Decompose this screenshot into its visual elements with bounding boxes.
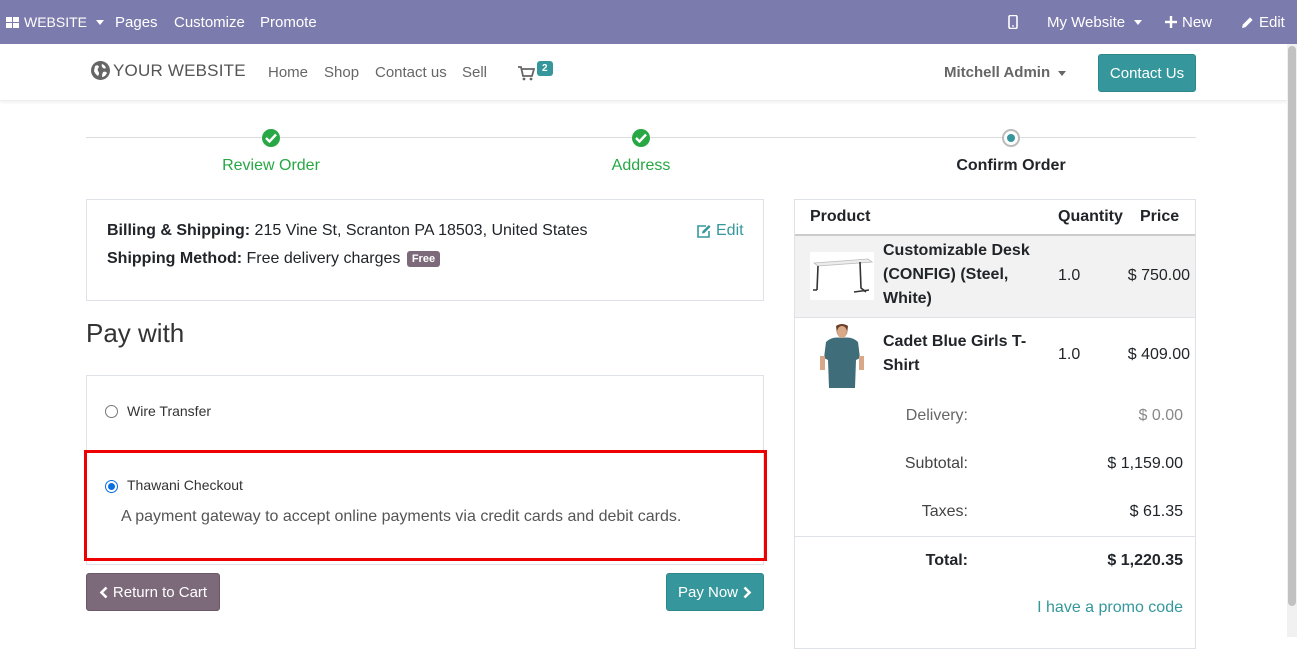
product-qty-tshirt: 1.0: [1058, 346, 1081, 363]
chevron-down-icon: [1134, 19, 1143, 25]
subtotal-value: $ 1,159.00: [1107, 455, 1183, 472]
website-navbar: YOUR WEBSITE Home Shop Contact us Sell M…: [0, 44, 1287, 101]
mobile-preview-button[interactable]: [1008, 0, 1018, 44]
tshirt-image: [816, 322, 868, 388]
free-badge: Free: [406, 250, 441, 267]
billing-address: 215 Vine St, Scranton PA 18503, United S…: [254, 222, 588, 239]
shipping-method-line: Shipping Method: Free delivery charges F…: [107, 250, 441, 268]
step-review-done-icon: [262, 129, 280, 147]
subtotal-label: Subtotal:: [904, 455, 968, 472]
nav-link-sell[interactable]: Sell: [462, 64, 487, 81]
scrollbar-thumb[interactable]: [1288, 46, 1296, 606]
mobile-icon: [1008, 15, 1018, 29]
pages-label: Pages: [115, 13, 158, 31]
pay-now-button[interactable]: Pay Now: [666, 573, 764, 611]
cart-count-badge: 2: [537, 61, 553, 76]
wire-transfer-label[interactable]: Wire Transfer: [127, 403, 211, 419]
billing-address-line: Billing & Shipping: 215 Vine St, Scranto…: [107, 222, 588, 240]
pay-with-heading: Pay with: [86, 318, 185, 348]
pencil-icon: [1242, 16, 1253, 28]
edit-address-link[interactable]: Edit: [696, 222, 744, 240]
step-address-done-icon: [632, 129, 650, 147]
tshirt-thumbnail[interactable]: [816, 322, 868, 388]
pay-now-label: Pay Now: [677, 583, 739, 601]
site-logo[interactable]: YOUR WEBSITE: [90, 60, 246, 81]
product-name-tshirt[interactable]: Cadet Blue Girls T-Shirt: [883, 330, 1043, 378]
plus-icon: [1165, 16, 1177, 28]
website-menu[interactable]: WEBSITE: [6, 0, 105, 44]
delivery-value: $ 0.00: [1138, 407, 1183, 424]
globe-icon: [91, 61, 110, 80]
step-review-order[interactable]: Review Order: [171, 157, 371, 175]
row-divider: [795, 317, 1195, 318]
nav-link-contact[interactable]: Contact us: [375, 64, 447, 81]
product-name-desk[interactable]: Customizable Desk (CONFIG) (Steel, White…: [883, 239, 1043, 311]
page-scrollbar[interactable]: [1287, 44, 1297, 637]
step-address[interactable]: Address: [541, 157, 741, 175]
return-to-cart-label: Return to Cart: [112, 583, 208, 601]
edit-button[interactable]: Edit: [1241, 0, 1285, 44]
desk-thumbnail[interactable]: [810, 252, 874, 300]
promote-menu[interactable]: Promote: [260, 0, 317, 44]
shipping-method-label: Shipping Method:: [107, 250, 243, 267]
admin-topbar: WEBSITE Pages Customize Promote My Websi…: [0, 0, 1297, 44]
chevron-left-icon: [99, 586, 108, 598]
edit-icon: [697, 224, 711, 238]
total-value: $ 1,220.35: [1107, 552, 1183, 569]
total-divider: [795, 536, 1195, 537]
step-confirm-current-icon: [1002, 129, 1020, 147]
highlight-box: [84, 450, 767, 561]
pages-menu[interactable]: Pages: [115, 0, 158, 44]
nav-link-shop[interactable]: Shop: [324, 64, 359, 81]
edit-label: Edit: [716, 222, 744, 239]
new-button[interactable]: New: [1165, 0, 1212, 44]
customize-menu[interactable]: Customize: [174, 0, 245, 44]
desk-image: [812, 258, 874, 293]
logo-text: YOUR WEBSITE: [113, 60, 246, 80]
total-label: Total:: [925, 552, 968, 569]
product-qty-desk: 1.0: [1058, 267, 1081, 284]
delivery-label: Delivery:: [905, 407, 968, 424]
promo-code-link[interactable]: I have a promo code: [1037, 599, 1183, 617]
product-price-desk: $ 750.00: [1127, 267, 1190, 284]
taxes-value: $ 61.35: [1129, 503, 1183, 520]
user-name: Mitchell Admin: [944, 64, 1051, 81]
contact-us-button[interactable]: Contact Us: [1098, 54, 1196, 92]
step-confirm-order: Confirm Order: [956, 157, 1066, 174]
price-header: Price: [1140, 208, 1180, 225]
my-website-label: My Website: [1047, 13, 1126, 31]
chevron-right-icon: [743, 586, 752, 598]
product-price-tshirt: $ 409.00: [1127, 346, 1190, 363]
shipping-method: Free delivery charges: [246, 250, 401, 267]
website-menu-label: WEBSITE: [24, 14, 88, 30]
chevron-down-icon: [96, 19, 105, 25]
billing-label: Billing & Shipping:: [107, 222, 251, 239]
my-website-menu[interactable]: My Website: [1047, 0, 1143, 44]
quantity-header: Quantity: [1058, 208, 1123, 225]
wire-transfer-radio[interactable]: [105, 405, 118, 418]
nav-link-home[interactable]: Home: [268, 64, 308, 81]
chevron-down-icon: [1058, 70, 1067, 76]
apps-grid-icon: [6, 16, 19, 28]
return-to-cart-button[interactable]: Return to Cart: [86, 573, 220, 611]
cart-icon[interactable]: [518, 66, 535, 81]
edit-label: Edit: [1259, 13, 1285, 31]
new-label: New: [1182, 13, 1213, 31]
product-header: Product: [810, 208, 871, 225]
billing-card: Billing & Shipping: 215 Vine St, Scranto…: [86, 199, 764, 301]
promote-label: Promote: [260, 13, 317, 31]
customize-label: Customize: [174, 13, 245, 31]
taxes-label: Taxes:: [921, 503, 968, 520]
user-menu[interactable]: Mitchell Admin: [944, 64, 1067, 81]
